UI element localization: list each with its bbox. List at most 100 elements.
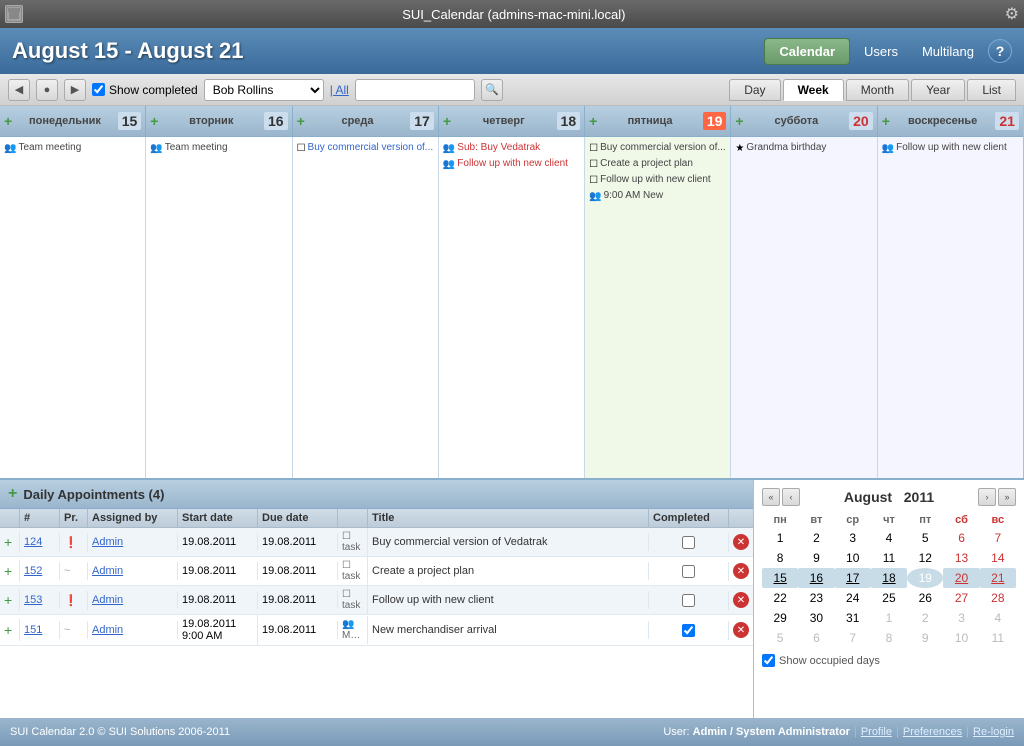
row-add-1[interactable]: + <box>0 531 20 553</box>
row-title-4[interactable]: New merchandiser arrival <box>368 621 649 639</box>
mini-cal-day[interactable]: 13 <box>943 548 979 568</box>
delete-btn-3[interactable]: ✕ <box>733 592 749 608</box>
show-completed-checkbox[interactable] <box>92 83 105 96</box>
calendar-tab-btn[interactable]: Calendar <box>764 38 850 65</box>
completed-checkbox-3[interactable] <box>682 594 695 607</box>
mini-cal-day[interactable]: 24 <box>835 588 871 608</box>
add-event-mon[interactable]: + <box>4 114 12 128</box>
row-del-2[interactable]: ✕ <box>729 560 753 582</box>
mini-cal-prev-month[interactable]: ‹ <box>782 488 800 506</box>
mini-cal-day[interactable]: 5 <box>762 628 798 648</box>
event-tue-1[interactable]: 👥 Team meeting <box>148 141 289 155</box>
mini-cal-day[interactable]: 8 <box>762 548 798 568</box>
mini-cal-day[interactable]: 28 <box>980 588 1016 608</box>
help-button[interactable]: ? <box>988 39 1012 63</box>
mini-cal-day[interactable]: 10 <box>943 628 979 648</box>
mini-cal-prev-year[interactable]: « <box>762 488 780 506</box>
mini-cal-day-today[interactable]: 19 <box>907 568 943 588</box>
row-title-2[interactable]: Create a project plan <box>368 562 649 580</box>
row-add-4[interactable]: + <box>0 619 20 641</box>
mini-cal-day[interactable]: 29 <box>762 608 798 628</box>
tab-week[interactable]: Week <box>783 79 844 101</box>
completed-checkbox-4[interactable] <box>682 624 695 637</box>
event-fri-4[interactable]: 👥 9:00 AM New <box>587 189 728 203</box>
row-id-2[interactable]: 152 <box>20 562 60 580</box>
today-button[interactable]: ● <box>36 79 58 101</box>
add-event-tue[interactable]: + <box>150 114 158 128</box>
event-wed-1[interactable]: ☐ Buy commercial version of... <box>295 141 436 155</box>
row-del-4[interactable]: ✕ <box>729 619 753 641</box>
mini-cal-day[interactable]: 2 <box>907 608 943 628</box>
mini-cal-day[interactable]: 20 <box>943 568 979 588</box>
add-appointment-btn[interactable]: + <box>8 485 17 503</box>
mini-cal-day[interactable]: 1 <box>871 608 907 628</box>
row-add-3[interactable]: + <box>0 589 20 611</box>
settings-icon[interactable]: ⚙ <box>1005 4 1019 24</box>
event-thu-2[interactable]: 👥 Follow up with new client <box>441 157 582 171</box>
event-fri-1[interactable]: ☐ Buy commercial version of... <box>587 141 728 155</box>
mini-cal-day[interactable]: 2 <box>798 528 834 548</box>
multilang-tab-btn[interactable]: Multilang <box>912 39 984 64</box>
mini-cal-day[interactable]: 7 <box>980 528 1016 548</box>
mini-cal-day[interactable]: 9 <box>798 548 834 568</box>
add-event-sat[interactable]: + <box>735 114 743 128</box>
search-input[interactable] <box>355 79 475 101</box>
completed-checkbox-2[interactable] <box>682 565 695 578</box>
mini-cal-day[interactable]: 11 <box>980 628 1016 648</box>
row-assigned-1[interactable]: Admin <box>88 533 178 551</box>
mini-cal-day[interactable]: 3 <box>835 528 871 548</box>
profile-link[interactable]: Profile <box>861 726 892 738</box>
next-button[interactable]: ▶ <box>64 79 86 101</box>
mini-cal-day[interactable]: 15 <box>762 568 798 588</box>
event-mon-1[interactable]: 👥 Team meeting <box>2 141 143 155</box>
row-id-1[interactable]: 124 <box>20 533 60 551</box>
mini-cal-day[interactable]: 14 <box>980 548 1016 568</box>
preferences-link[interactable]: Preferences <box>903 726 962 738</box>
event-sun-1[interactable]: 👥 Follow up with new client <box>880 141 1021 155</box>
event-fri-2[interactable]: ☐ Create a project plan <box>587 157 728 171</box>
row-id-3[interactable]: 153 <box>20 591 60 609</box>
add-event-fri[interactable]: + <box>589 114 597 128</box>
mini-cal-day[interactable]: 17 <box>835 568 871 588</box>
mini-cal-day[interactable]: 1 <box>762 528 798 548</box>
event-thu-1[interactable]: 👥 Sub: Buy Vedatrak <box>441 141 582 155</box>
row-title-3[interactable]: Follow up with new client <box>368 591 649 609</box>
row-id-4[interactable]: 151 <box>20 621 60 639</box>
delete-btn-2[interactable]: ✕ <box>733 563 749 579</box>
mini-cal-day[interactable]: 18 <box>871 568 907 588</box>
mini-cal-day[interactable]: 25 <box>871 588 907 608</box>
mini-cal-next-year[interactable]: » <box>998 488 1016 506</box>
event-fri-3[interactable]: ☐ Follow up with new client <box>587 173 728 187</box>
mini-cal-day[interactable]: 8 <box>871 628 907 648</box>
add-event-thu[interactable]: + <box>443 114 451 128</box>
relogin-link[interactable]: Re-login <box>973 726 1014 738</box>
search-button[interactable]: 🔍 <box>481 79 503 101</box>
mini-cal-day[interactable]: 23 <box>798 588 834 608</box>
mini-cal-day[interactable]: 21 <box>980 568 1016 588</box>
show-occupied-days-checkbox[interactable] <box>762 654 775 667</box>
mini-cal-day[interactable]: 4 <box>871 528 907 548</box>
mini-cal-day[interactable]: 6 <box>798 628 834 648</box>
user-select[interactable]: Bob Rollins <box>204 79 324 101</box>
row-title-1[interactable]: Buy commercial version of Vedatrak <box>368 533 649 551</box>
mini-cal-day[interactable]: 5 <box>907 528 943 548</box>
delete-btn-4[interactable]: ✕ <box>733 622 749 638</box>
mini-cal-day[interactable]: 11 <box>871 548 907 568</box>
mini-cal-day[interactable]: 4 <box>980 608 1016 628</box>
mini-cal-day[interactable]: 3 <box>943 608 979 628</box>
row-assigned-3[interactable]: Admin <box>88 591 178 609</box>
users-tab-btn[interactable]: Users <box>854 39 908 64</box>
mini-cal-day[interactable]: 27 <box>943 588 979 608</box>
event-sat-1[interactable]: ★ Grandma birthday <box>733 141 874 155</box>
row-assigned-2[interactable]: Admin <box>88 562 178 580</box>
mini-cal-day[interactable]: 7 <box>835 628 871 648</box>
tab-year[interactable]: Year <box>911 79 965 101</box>
row-del-3[interactable]: ✕ <box>729 589 753 611</box>
completed-checkbox-1[interactable] <box>682 536 695 549</box>
mini-cal-day[interactable]: 9 <box>907 628 943 648</box>
mini-cal-day[interactable]: 12 <box>907 548 943 568</box>
add-event-wed[interactable]: + <box>297 114 305 128</box>
add-event-sun[interactable]: + <box>882 114 890 128</box>
tab-month[interactable]: Month <box>846 79 909 101</box>
all-link[interactable]: | All <box>330 83 349 97</box>
